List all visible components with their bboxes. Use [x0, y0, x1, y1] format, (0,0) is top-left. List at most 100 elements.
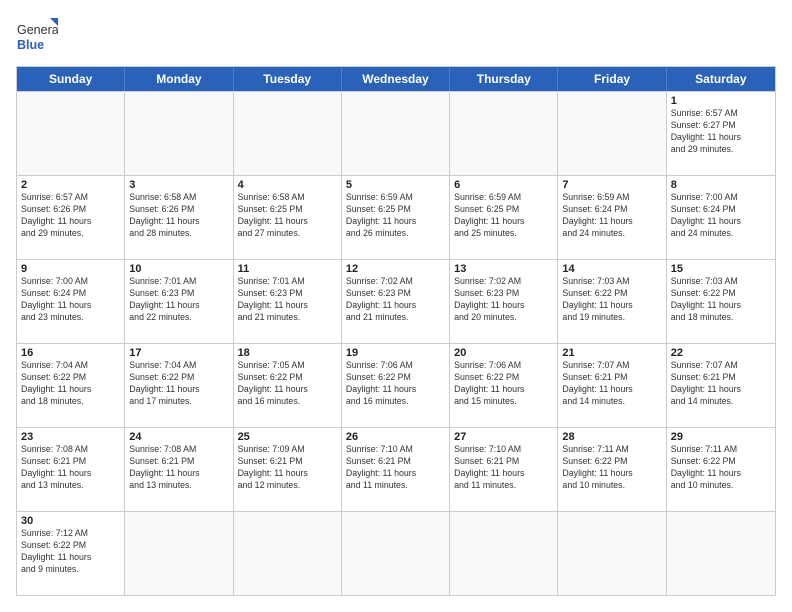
day-info: Sunrise: 7:08 AM Sunset: 6:21 PM Dayligh…: [21, 444, 120, 492]
day-number: 5: [346, 179, 445, 191]
day-info: Sunrise: 7:11 AM Sunset: 6:22 PM Dayligh…: [671, 444, 771, 492]
day-info: Sunrise: 6:59 AM Sunset: 6:24 PM Dayligh…: [562, 192, 661, 240]
day-info: Sunrise: 6:57 AM Sunset: 6:26 PM Dayligh…: [21, 192, 120, 240]
day-cell: [125, 92, 233, 175]
day-info: Sunrise: 6:57 AM Sunset: 6:27 PM Dayligh…: [671, 108, 771, 156]
day-number: 4: [238, 179, 337, 191]
day-info: Sunrise: 6:59 AM Sunset: 6:25 PM Dayligh…: [454, 192, 553, 240]
day-cell: [342, 92, 450, 175]
day-cell: 22Sunrise: 7:07 AM Sunset: 6:21 PM Dayli…: [667, 344, 775, 427]
day-number: 23: [21, 431, 120, 443]
day-number: 21: [562, 347, 661, 359]
day-cell: 2Sunrise: 6:57 AM Sunset: 6:26 PM Daylig…: [17, 176, 125, 259]
day-cell: [17, 92, 125, 175]
day-number: 1: [671, 95, 771, 107]
day-number: 8: [671, 179, 771, 191]
day-info: Sunrise: 7:08 AM Sunset: 6:21 PM Dayligh…: [129, 444, 228, 492]
day-info: Sunrise: 6:59 AM Sunset: 6:25 PM Dayligh…: [346, 192, 445, 240]
logo: General Blue: [16, 16, 58, 58]
day-info: Sunrise: 7:10 AM Sunset: 6:21 PM Dayligh…: [454, 444, 553, 492]
day-info: Sunrise: 7:01 AM Sunset: 6:23 PM Dayligh…: [129, 276, 228, 324]
day-number: 25: [238, 431, 337, 443]
day-number: 2: [21, 179, 120, 191]
day-info: Sunrise: 7:03 AM Sunset: 6:22 PM Dayligh…: [562, 276, 661, 324]
day-info: Sunrise: 7:09 AM Sunset: 6:21 PM Dayligh…: [238, 444, 337, 492]
day-header-friday: Friday: [558, 67, 666, 91]
day-info: Sunrise: 7:04 AM Sunset: 6:22 PM Dayligh…: [129, 360, 228, 408]
weeks: 1Sunrise: 6:57 AM Sunset: 6:27 PM Daylig…: [17, 91, 775, 595]
day-cell: 17Sunrise: 7:04 AM Sunset: 6:22 PM Dayli…: [125, 344, 233, 427]
day-number: 3: [129, 179, 228, 191]
day-number: 12: [346, 263, 445, 275]
day-cell: [667, 512, 775, 595]
day-number: 20: [454, 347, 553, 359]
day-header-tuesday: Tuesday: [234, 67, 342, 91]
day-number: 27: [454, 431, 553, 443]
day-cell: 19Sunrise: 7:06 AM Sunset: 6:22 PM Dayli…: [342, 344, 450, 427]
day-cell: [558, 512, 666, 595]
day-info: Sunrise: 7:04 AM Sunset: 6:22 PM Dayligh…: [21, 360, 120, 408]
day-info: Sunrise: 6:58 AM Sunset: 6:25 PM Dayligh…: [238, 192, 337, 240]
day-number: 7: [562, 179, 661, 191]
day-number: 14: [562, 263, 661, 275]
day-cell: 4Sunrise: 6:58 AM Sunset: 6:25 PM Daylig…: [234, 176, 342, 259]
day-number: 26: [346, 431, 445, 443]
calendar: SundayMondayTuesdayWednesdayThursdayFrid…: [16, 66, 776, 596]
day-info: Sunrise: 7:05 AM Sunset: 6:22 PM Dayligh…: [238, 360, 337, 408]
day-number: 11: [238, 263, 337, 275]
day-cell: [342, 512, 450, 595]
day-header-wednesday: Wednesday: [342, 67, 450, 91]
day-cell: [125, 512, 233, 595]
day-cell: 18Sunrise: 7:05 AM Sunset: 6:22 PM Dayli…: [234, 344, 342, 427]
week-row: 9Sunrise: 7:00 AM Sunset: 6:24 PM Daylig…: [17, 259, 775, 343]
week-row: 23Sunrise: 7:08 AM Sunset: 6:21 PM Dayli…: [17, 427, 775, 511]
day-cell: 29Sunrise: 7:11 AM Sunset: 6:22 PM Dayli…: [667, 428, 775, 511]
day-number: 10: [129, 263, 228, 275]
day-info: Sunrise: 7:06 AM Sunset: 6:22 PM Dayligh…: [454, 360, 553, 408]
day-info: Sunrise: 7:07 AM Sunset: 6:21 PM Dayligh…: [562, 360, 661, 408]
day-cell: [450, 92, 558, 175]
logo-icon: General Blue: [16, 16, 58, 58]
day-header-monday: Monday: [125, 67, 233, 91]
day-cell: [234, 512, 342, 595]
day-number: 18: [238, 347, 337, 359]
day-header-sunday: Sunday: [17, 67, 125, 91]
day-info: Sunrise: 7:02 AM Sunset: 6:23 PM Dayligh…: [454, 276, 553, 324]
day-info: Sunrise: 7:12 AM Sunset: 6:22 PM Dayligh…: [21, 528, 120, 576]
day-cell: [450, 512, 558, 595]
day-cell: 12Sunrise: 7:02 AM Sunset: 6:23 PM Dayli…: [342, 260, 450, 343]
day-header-saturday: Saturday: [667, 67, 775, 91]
day-number: 29: [671, 431, 771, 443]
day-number: 22: [671, 347, 771, 359]
day-number: 17: [129, 347, 228, 359]
day-header-thursday: Thursday: [450, 67, 558, 91]
day-cell: 8Sunrise: 7:00 AM Sunset: 6:24 PM Daylig…: [667, 176, 775, 259]
day-number: 24: [129, 431, 228, 443]
day-cell: 15Sunrise: 7:03 AM Sunset: 6:22 PM Dayli…: [667, 260, 775, 343]
day-number: 15: [671, 263, 771, 275]
day-cell: 26Sunrise: 7:10 AM Sunset: 6:21 PM Dayli…: [342, 428, 450, 511]
day-number: 19: [346, 347, 445, 359]
day-number: 13: [454, 263, 553, 275]
day-cell: 7Sunrise: 6:59 AM Sunset: 6:24 PM Daylig…: [558, 176, 666, 259]
day-cell: 30Sunrise: 7:12 AM Sunset: 6:22 PM Dayli…: [17, 512, 125, 595]
day-info: Sunrise: 7:07 AM Sunset: 6:21 PM Dayligh…: [671, 360, 771, 408]
day-cell: 21Sunrise: 7:07 AM Sunset: 6:21 PM Dayli…: [558, 344, 666, 427]
day-info: Sunrise: 7:06 AM Sunset: 6:22 PM Dayligh…: [346, 360, 445, 408]
svg-text:Blue: Blue: [17, 38, 44, 52]
day-cell: 3Sunrise: 6:58 AM Sunset: 6:26 PM Daylig…: [125, 176, 233, 259]
week-row: 1Sunrise: 6:57 AM Sunset: 6:27 PM Daylig…: [17, 91, 775, 175]
day-cell: [558, 92, 666, 175]
day-cell: 13Sunrise: 7:02 AM Sunset: 6:23 PM Dayli…: [450, 260, 558, 343]
week-row: 16Sunrise: 7:04 AM Sunset: 6:22 PM Dayli…: [17, 343, 775, 427]
day-number: 6: [454, 179, 553, 191]
day-info: Sunrise: 6:58 AM Sunset: 6:26 PM Dayligh…: [129, 192, 228, 240]
day-cell: 20Sunrise: 7:06 AM Sunset: 6:22 PM Dayli…: [450, 344, 558, 427]
day-number: 9: [21, 263, 120, 275]
day-cell: 5Sunrise: 6:59 AM Sunset: 6:25 PM Daylig…: [342, 176, 450, 259]
day-info: Sunrise: 7:01 AM Sunset: 6:23 PM Dayligh…: [238, 276, 337, 324]
day-cell: 9Sunrise: 7:00 AM Sunset: 6:24 PM Daylig…: [17, 260, 125, 343]
day-info: Sunrise: 7:02 AM Sunset: 6:23 PM Dayligh…: [346, 276, 445, 324]
day-info: Sunrise: 7:03 AM Sunset: 6:22 PM Dayligh…: [671, 276, 771, 324]
week-row: 30Sunrise: 7:12 AM Sunset: 6:22 PM Dayli…: [17, 511, 775, 595]
